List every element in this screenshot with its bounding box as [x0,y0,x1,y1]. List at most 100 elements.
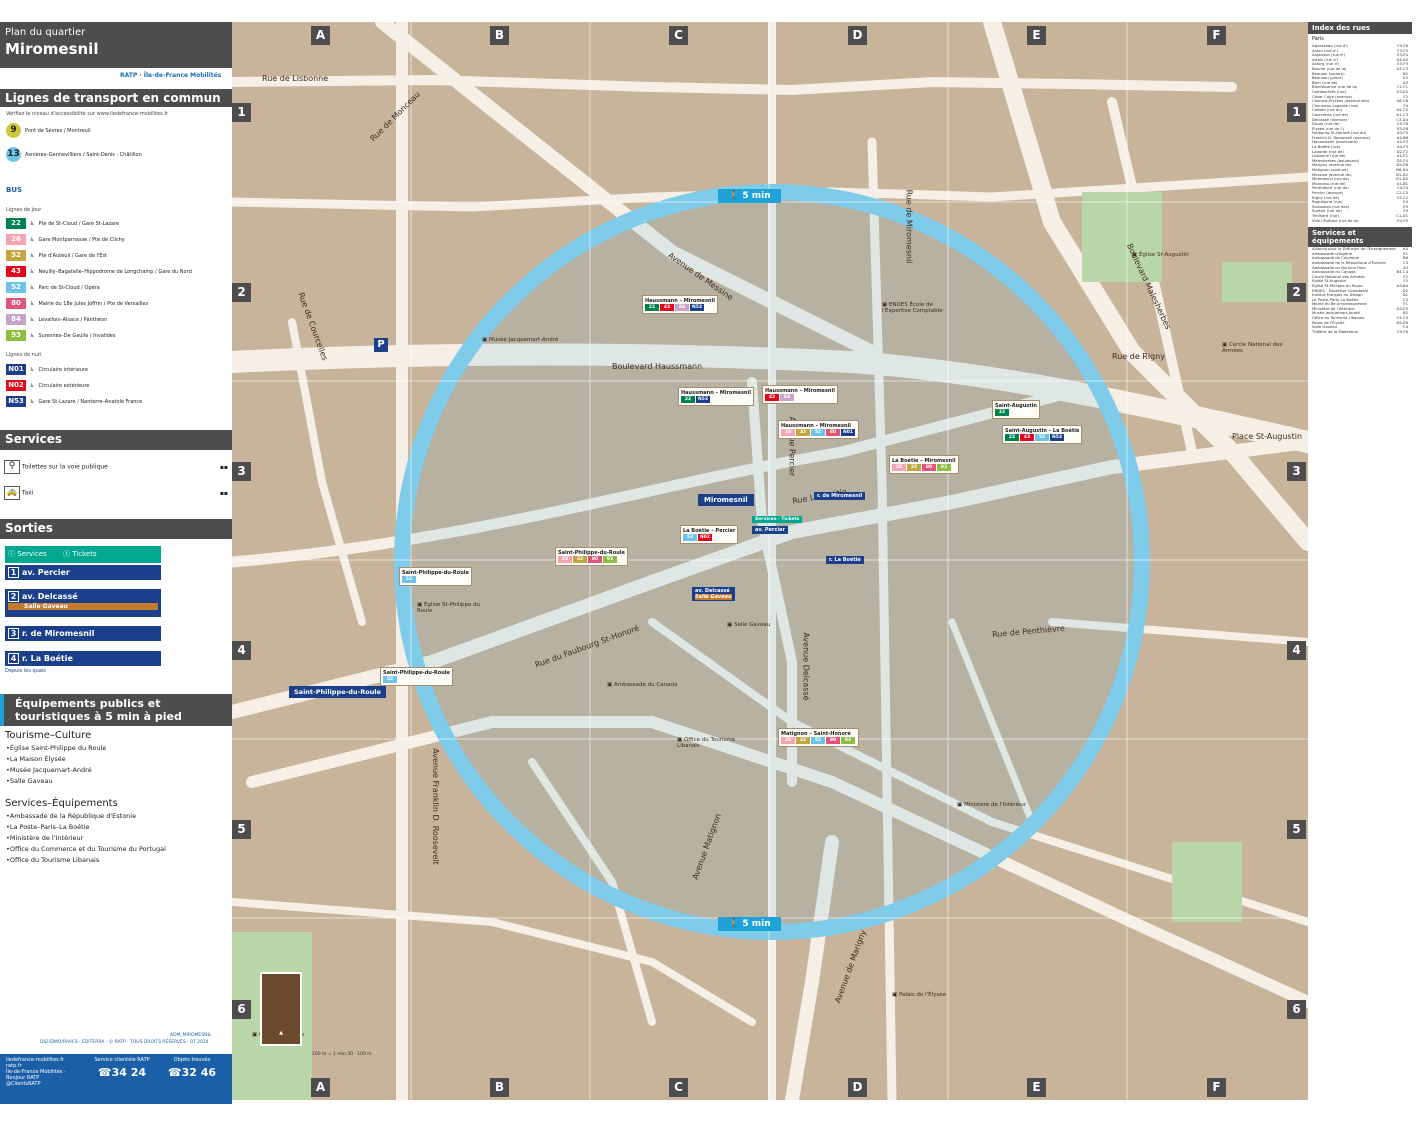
exit-2-sub: Salle Gaveau [8,603,158,610]
exit-2: 2 av. Delcassé Salle Gaveau [5,589,161,617]
bus-stop-line: 43 [1020,434,1034,441]
bus-stop-panel[interactable]: Saint-Philippe-du-Roule 28 32 80 93 [555,547,628,566]
bus-stop-line: N53 [1050,434,1064,441]
taxi-label: Taxi [21,489,34,497]
exit-marker-percier[interactable]: av. Percier [752,526,788,534]
bus-stop-panel[interactable]: Haussmann – Miromesnil 43 84 [762,385,838,404]
place-label[interactable]: ▣ Ambassade du Canada [607,682,687,688]
bus-stop-line: 52 [811,737,825,744]
place-label[interactable]: ▣ Cercle National des Armées [1222,342,1302,354]
grid-col-f-bottom: F [1207,1078,1226,1097]
bus-stop-panel[interactable]: Haussmann – Miromesnil 28 32 52 80 N01 [778,420,859,439]
bus-stop-panel[interactable]: Saint-Philippe-du-Roule 52 [380,667,453,686]
place-label[interactable]: ▣ Palais de l'Élysée [892,992,972,998]
bus-stop-line: 22 [1005,434,1019,441]
neighbourhood-map[interactable]: 🚶 5 min 🚶 5 min A B C D E F A B C D E F … [232,22,1308,1100]
night-line-badge: N01 [6,364,26,375]
bus-stop-line: 80 [588,556,602,563]
place-label[interactable]: ▣ Église St-Augustin [1132,252,1212,258]
bus-stop-line: 28 [558,556,572,563]
grid-row-4-right: 4 [1287,641,1306,660]
bus-stop-line: 32 [907,464,921,471]
bus-stop-panel[interactable]: La Boétie – Miromesnil 28 32 80 93 [889,455,959,474]
night-line-N01: N01 ♿ Circulaire intérieure [6,364,88,375]
bus-stop-panel[interactable]: Saint-Augustin 22 [992,400,1040,419]
bus-stop-panel[interactable]: La Boétie – Percier 52 N02 [680,525,739,544]
grid-row-1-left: 1 [232,103,251,122]
scale-distance: 100 m [357,1052,372,1057]
exit-1: 1 av. Percier [5,565,161,580]
grid-row-6-left: 6 [232,1000,251,1019]
parking-icon[interactable]: P [374,338,388,352]
serv-list: •Ambassade de la République d'Estonie •La… [6,811,166,866]
exit-marker-delcasse[interactable]: av. Delcassé Salle Gaveau [692,587,735,601]
bus-line-badge: 22 [6,218,26,229]
bus-line-dest: Pte de St-Cloud / Gare St-Lazare [38,220,120,227]
place-label[interactable]: ▣ Office du Tourisme Libanais [677,737,757,749]
walk-label-bottom: 🚶 5 min [718,917,781,931]
exit-marker-miromesnil[interactable]: r. de Miromesnil [814,492,866,500]
landmark-icon: ▣ [607,682,614,688]
place-label[interactable]: ▣ Ministère de l'Intérieur [957,802,1037,808]
footer-twitter[interactable]: @ClientsRATP [6,1081,84,1087]
index-streets: Aguesseau (rue d') F5-F6 Anjou (rue d') F3-… [1308,43,1412,223]
services-tickets-bar: ⓘ Services ⓣ Tickets [5,546,161,563]
place-name: Cercle National des Armées [1222,342,1283,354]
bus-stop-line: 93 [937,464,951,471]
street-label: Rue de Miromesnil [904,189,914,264]
toilets-label: Toilettes sur la voie publique [21,463,108,471]
bus-line-43: 43 ♿ Neuilly–Bagatelle–Hippodrome de Longc… [6,266,192,277]
place-label[interactable]: ▣ Église St-Philippe du Roule [417,602,497,614]
grid-col-f-top: F [1207,26,1226,45]
walk-label-top: 🚶 5 min [718,189,781,203]
bus-stop-line: 84 [675,304,689,311]
street-index: Index des rues Paris Aguesseau (rue d') F… [1308,22,1412,1100]
scale-time: 100 m = 1 min 30 [312,1052,353,1057]
landmark-icon: ▣ [1132,252,1139,258]
exit-services-tickets[interactable]: Services · Tickets [752,516,803,523]
bus-stop-line: 32 [796,429,810,436]
bus-line-badge: 93 [6,330,26,341]
bus-stop-line: 43 [765,394,779,401]
bus-line-dest: Mairie du 18e Jules Joffrin / Pte de Ver… [38,300,149,307]
place-label[interactable]: ▣ Salle Gaveau [727,622,807,628]
pedestrian-icon-2: 🚶 [728,919,740,929]
metro-station-2-label[interactable]: Saint-Philippe-du-Roule [289,686,386,698]
square-henri-bergson [1222,262,1292,302]
metro-line-9: 9 Pont de Sèvres / Montreuil [6,123,91,138]
index-street-name: Ville-l'Évêque (rue de la) [1312,217,1359,223]
bus-stop-line: 84 [780,394,794,401]
transport-note: Vérifiez le niveau d'accessibilité sur w… [6,111,169,117]
exit-marker-laboetie[interactable]: r. La Boétie [826,556,864,564]
square-estienne [1172,842,1242,922]
bus-stop-panel[interactable]: Haussmann – Miromesnil 22 N53 [678,387,754,406]
exit-4-sub: Depuis les quais [5,668,46,674]
bus-stop-panel[interactable]: Saint-Philippe-du-Roule 52 [399,567,472,586]
walking-radius-ring [394,184,1150,940]
index-equip-ref: F5-F6 [1397,328,1408,334]
scale-bar: 100 m = 1 min 30 · 100 m [312,1052,372,1057]
place-label[interactable]: ▣ ENDES École de l'Expertise Comptable [882,302,962,314]
bus-line-dest: Gare Montparnasse / Pte de Clichy [38,236,125,243]
tickets-tag: Tickets [72,550,97,558]
bus-stop-line: 22 [995,409,1009,416]
night-line-badge: N53 [6,396,26,407]
bus-line-badge: 84 [6,314,26,325]
bus-stop-panel[interactable]: Saint-Augustin – La Boétie 22 43 52 N53 [1002,425,1083,444]
grid-row-3-left: 3 [232,462,251,481]
tickets-icon: ⓣ [63,550,70,558]
champs-elysees-monument-icon: ▲ [260,972,302,1046]
place-name: Office du Tourisme Libanais [677,737,736,749]
metro-line-badge: 9 [6,123,21,138]
place-name: ENDES École de l'Expertise Comptable [882,302,943,314]
bus-stop-panel[interactable]: Haussmann – Miromesnil 22 43 84 N53 [642,295,718,314]
bus-line-80: 80 ♿ Mairie du 18e Jules Joffrin / Pte de … [6,298,148,309]
grid-col-e-bottom: E [1027,1078,1046,1097]
exit-4: 4 r. La Boétie [5,651,161,666]
bus-stop-panel[interactable]: Matignon – Saint-Honoré 28 32 52 80 93 [778,728,859,747]
place-label[interactable]: ▣ Musée Jacquemart-André [482,337,562,343]
bus-stop-line: 28 [781,737,795,744]
lost-items-number[interactable]: 32 46 [182,1066,216,1079]
metro-station-label[interactable]: Miromesnil [698,494,754,506]
client-service-number[interactable]: 34 24 [112,1066,146,1079]
